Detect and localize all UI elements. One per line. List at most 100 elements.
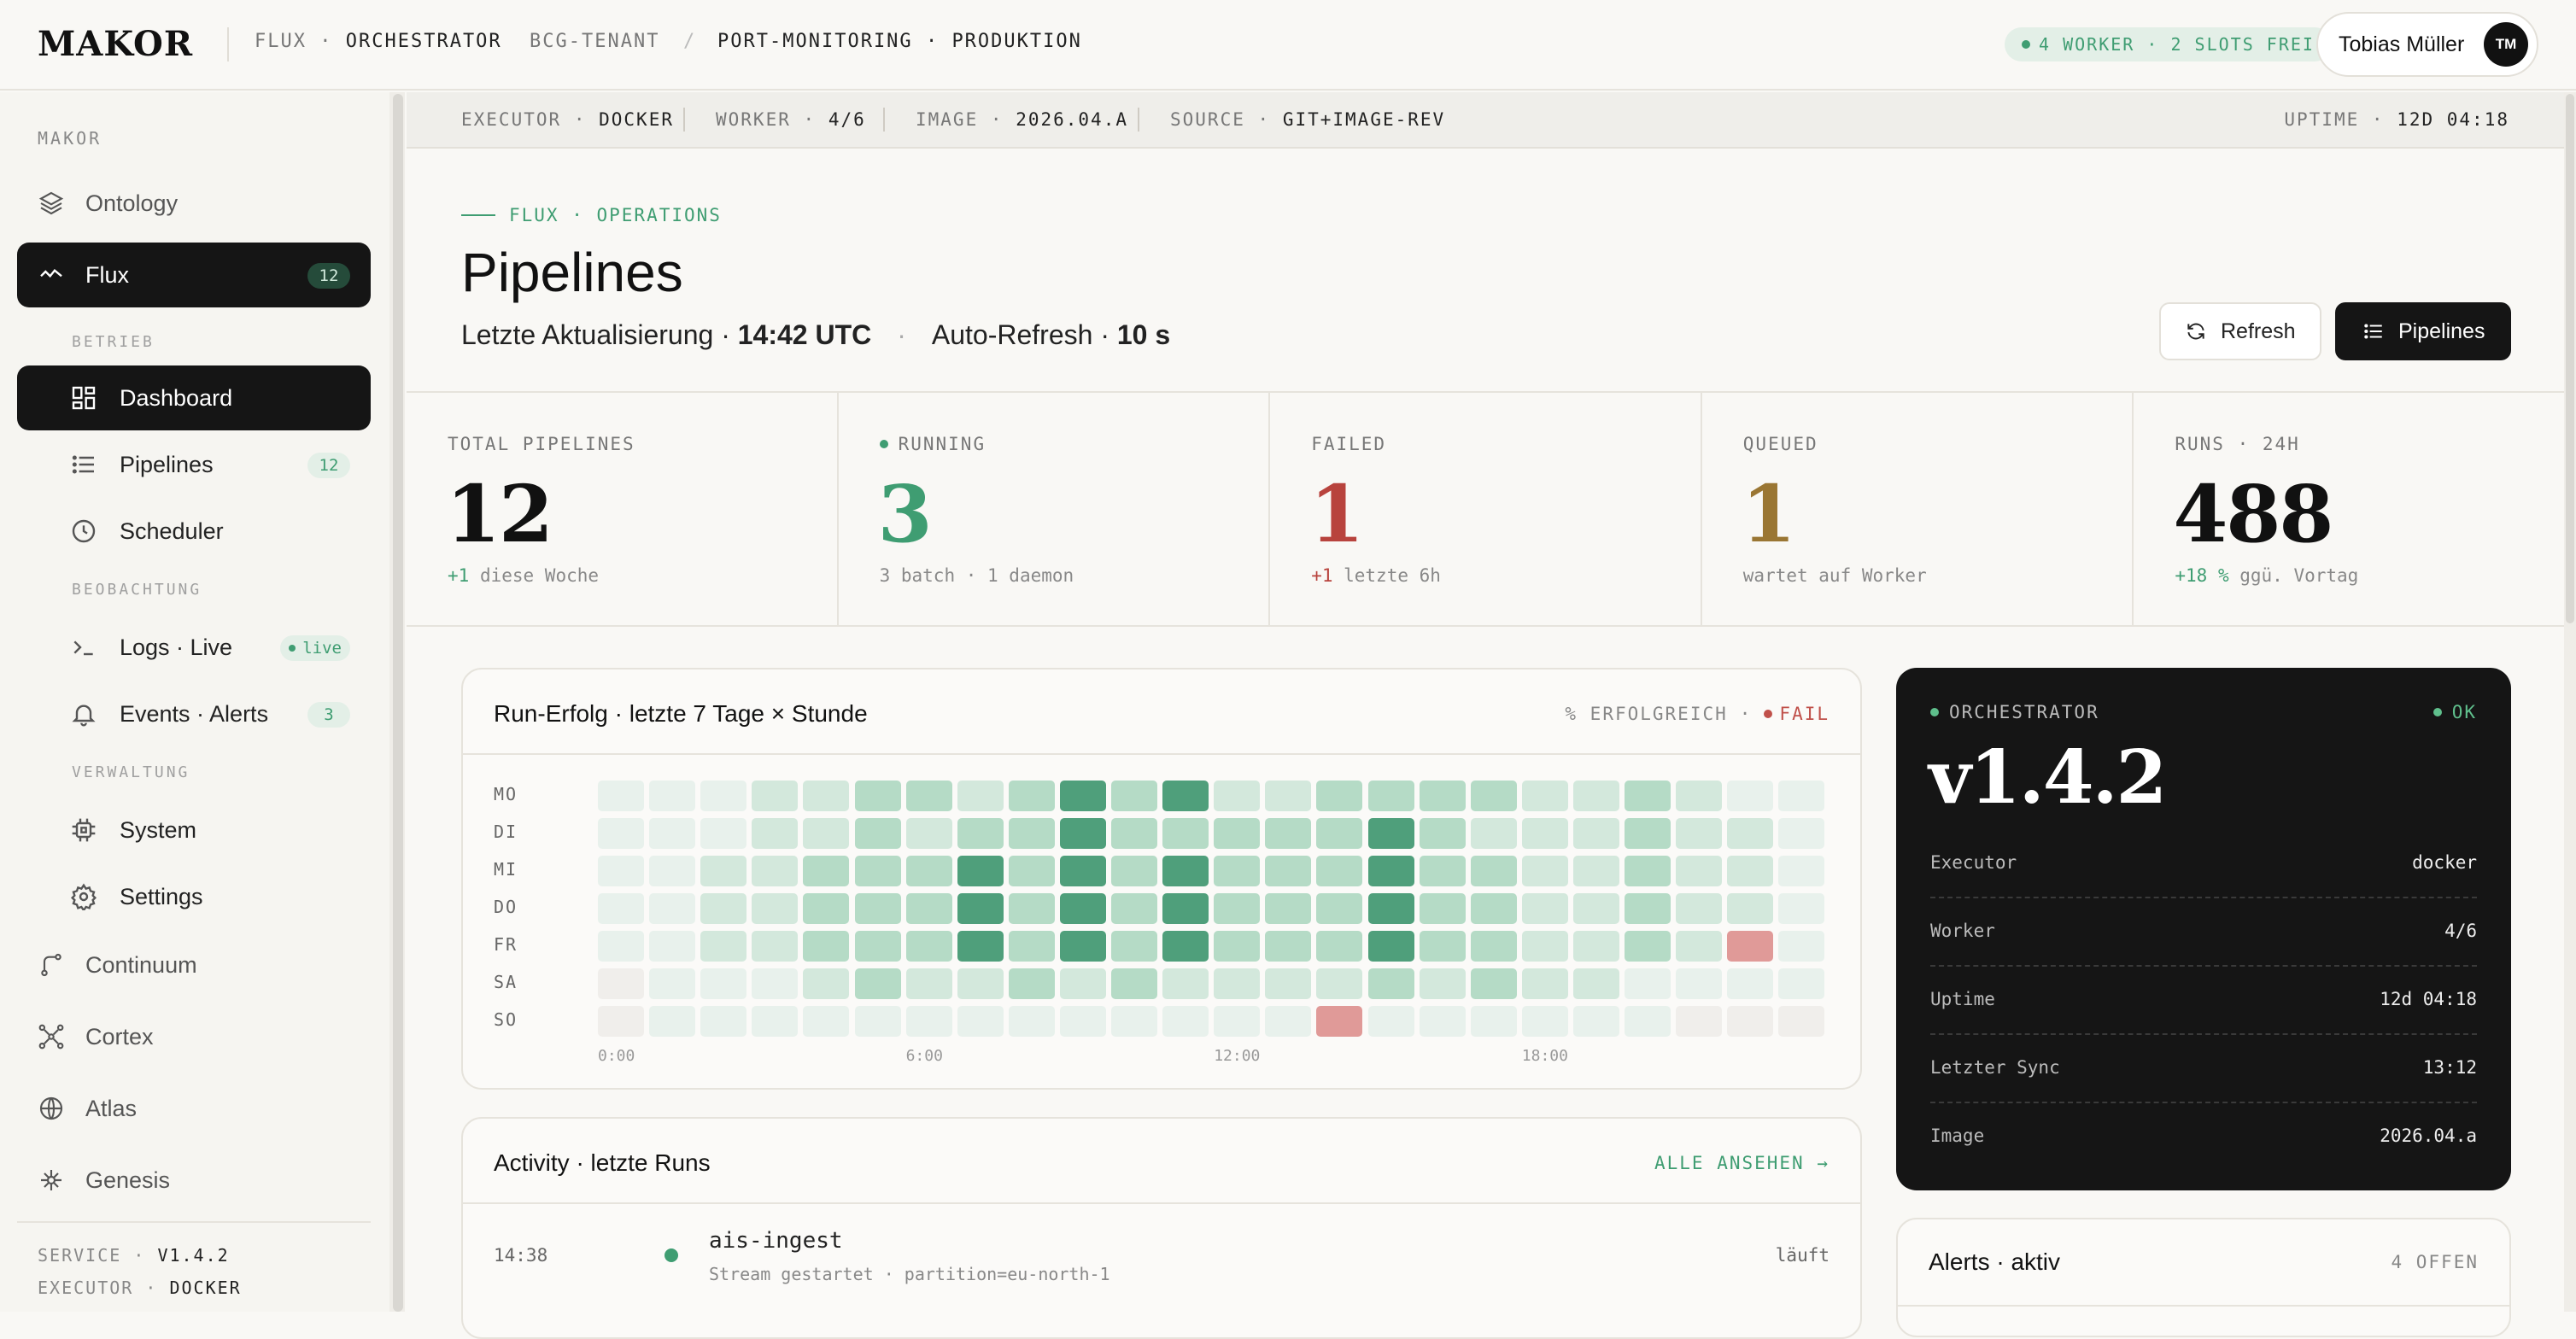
sidebar-item-atlas[interactable]: Atlas — [17, 1076, 371, 1141]
heatmap-cell[interactable] — [1521, 931, 1568, 962]
heatmap-cell[interactable] — [1265, 893, 1312, 924]
heatmap-cell[interactable] — [1367, 856, 1414, 886]
stat-queued[interactable]: QUEUED 1 wartet auf Worker — [1702, 393, 2134, 625]
heatmap-cell[interactable] — [700, 856, 747, 886]
heatmap-cell[interactable] — [1316, 1006, 1363, 1037]
heatmap-cell[interactable] — [1521, 1006, 1568, 1037]
heatmap-cell[interactable] — [957, 781, 1004, 811]
heatmap-cell[interactable] — [1419, 1006, 1466, 1037]
heatmap-cell[interactable] — [905, 781, 952, 811]
heatmap-cell[interactable] — [700, 1006, 747, 1037]
heatmap-cell[interactable] — [1572, 968, 1619, 999]
heatmap-cell[interactable] — [1265, 1006, 1312, 1037]
heatmap-cell[interactable] — [1214, 818, 1261, 849]
heatmap-cell[interactable] — [1162, 818, 1209, 849]
heatmap-cell[interactable] — [905, 856, 952, 886]
heatmap-cell[interactable] — [752, 1006, 799, 1037]
heatmap-cell[interactable] — [905, 968, 952, 999]
heatmap-cell[interactable] — [1162, 856, 1209, 886]
heatmap-cell[interactable] — [1470, 1006, 1517, 1037]
breadcrumb-tenant[interactable]: BCG-TENANT — [530, 31, 659, 52]
heatmap-cell[interactable] — [1265, 818, 1312, 849]
sidebar-item-ontology[interactable]: Ontology — [17, 171, 371, 236]
heatmap-cell[interactable] — [1572, 818, 1619, 849]
heatmap-cell[interactable] — [1521, 818, 1568, 849]
heatmap-cell[interactable] — [1521, 893, 1568, 924]
makor-logo[interactable]: MAKOR — [38, 24, 193, 64]
heatmap-cell[interactable] — [1676, 781, 1723, 811]
heatmap-cell[interactable] — [957, 818, 1004, 849]
heatmap-cell[interactable] — [803, 818, 850, 849]
sidebar-item-genesis[interactable]: Genesis — [17, 1148, 371, 1213]
heatmap-cell[interactable] — [1572, 856, 1619, 886]
heatmap-cell[interactable] — [1625, 856, 1671, 886]
heatmap-cell[interactable] — [1008, 818, 1055, 849]
heatmap-cell[interactable] — [598, 856, 644, 886]
heatmap-cell[interactable] — [1676, 818, 1723, 849]
heatmap-cell[interactable] — [803, 781, 850, 811]
heatmap-cell[interactable] — [1059, 856, 1106, 886]
heatmap-cell[interactable] — [1727, 818, 1774, 849]
heatmap-cell[interactable] — [1162, 893, 1209, 924]
heatmap-cell[interactable] — [1316, 818, 1363, 849]
heatmap-cell[interactable] — [1625, 893, 1671, 924]
heatmap-cell[interactable] — [700, 781, 747, 811]
stat-runs-24h[interactable]: RUNS · 24H 488 +18 % ggü. Vortag — [2134, 393, 2564, 625]
heatmap-cell[interactable] — [649, 818, 696, 849]
heatmap-cell[interactable] — [1111, 893, 1157, 924]
heatmap-cell[interactable] — [1676, 931, 1723, 962]
heatmap-cell[interactable] — [1470, 781, 1517, 811]
heatmap-cell[interactable] — [854, 856, 901, 886]
heatmap-cell[interactable] — [1521, 781, 1568, 811]
heatmap-cell[interactable] — [905, 818, 952, 849]
sidebar-item-system[interactable]: System — [17, 798, 371, 862]
heatmap-cell[interactable] — [957, 893, 1004, 924]
sidebar-item-flux[interactable]: Flux 12 — [17, 243, 371, 307]
heatmap-cell[interactable] — [649, 856, 696, 886]
heatmap-cell[interactable] — [803, 893, 850, 924]
heatmap-cell[interactable] — [957, 856, 1004, 886]
sidebar-item-logs[interactable]: Logs · Live live — [17, 615, 371, 680]
heatmap-cell[interactable] — [1470, 818, 1517, 849]
heatmap-cell[interactable] — [1008, 781, 1055, 811]
main-scrollbar-thumb[interactable] — [2566, 94, 2574, 623]
sidebar-item-settings[interactable]: Settings — [17, 864, 371, 929]
heatmap-cell[interactable] — [803, 931, 850, 962]
heatmap-cell[interactable] — [1059, 818, 1106, 849]
heatmap-cell[interactable] — [1727, 1006, 1774, 1037]
heatmap-cell[interactable] — [1727, 893, 1774, 924]
sidebar-item-continuum[interactable]: Continuum — [17, 933, 371, 997]
heatmap-cell[interactable] — [1778, 893, 1825, 924]
heatmap-cell[interactable] — [1111, 781, 1157, 811]
heatmap-cell[interactable] — [803, 856, 850, 886]
heatmap-cell[interactable] — [1572, 1006, 1619, 1037]
heatmap-cell[interactable] — [598, 818, 644, 849]
heatmap-cell[interactable] — [803, 1006, 850, 1037]
heatmap-cell[interactable] — [700, 818, 747, 849]
heatmap-cell[interactable] — [1111, 968, 1157, 999]
stat-total-pipelines[interactable]: TOTAL PIPELINES 12 +1 diese Woche — [407, 393, 839, 625]
heatmap-cell[interactable] — [1419, 781, 1466, 811]
heatmap-cell[interactable] — [598, 931, 644, 962]
heatmap-cell[interactable] — [1367, 818, 1414, 849]
heatmap-cell[interactable] — [1470, 931, 1517, 962]
heatmap-cell[interactable] — [1778, 968, 1825, 999]
heatmap-cell[interactable] — [700, 968, 747, 999]
heatmap-cell[interactable] — [1778, 1006, 1825, 1037]
heatmap-cell[interactable] — [752, 893, 799, 924]
heatmap-cell[interactable] — [1316, 893, 1363, 924]
heatmap-cell[interactable] — [1727, 931, 1774, 962]
heatmap-cell[interactable] — [752, 856, 799, 886]
heatmap-cell[interactable] — [1676, 968, 1723, 999]
heatmap-cell[interactable] — [1625, 1006, 1671, 1037]
heatmap-cell[interactable] — [854, 931, 901, 962]
heatmap-cell[interactable] — [905, 893, 952, 924]
heatmap-cell[interactable] — [1111, 856, 1157, 886]
refresh-button[interactable]: Refresh — [2159, 302, 2321, 360]
heatmap-cell[interactable] — [598, 893, 644, 924]
heatmap-cell[interactable] — [1419, 931, 1466, 962]
heatmap-cell[interactable] — [598, 781, 644, 811]
pipelines-button[interactable]: Pipelines — [2335, 302, 2511, 360]
heatmap-cell[interactable] — [752, 968, 799, 999]
heatmap-cell[interactable] — [1316, 931, 1363, 962]
